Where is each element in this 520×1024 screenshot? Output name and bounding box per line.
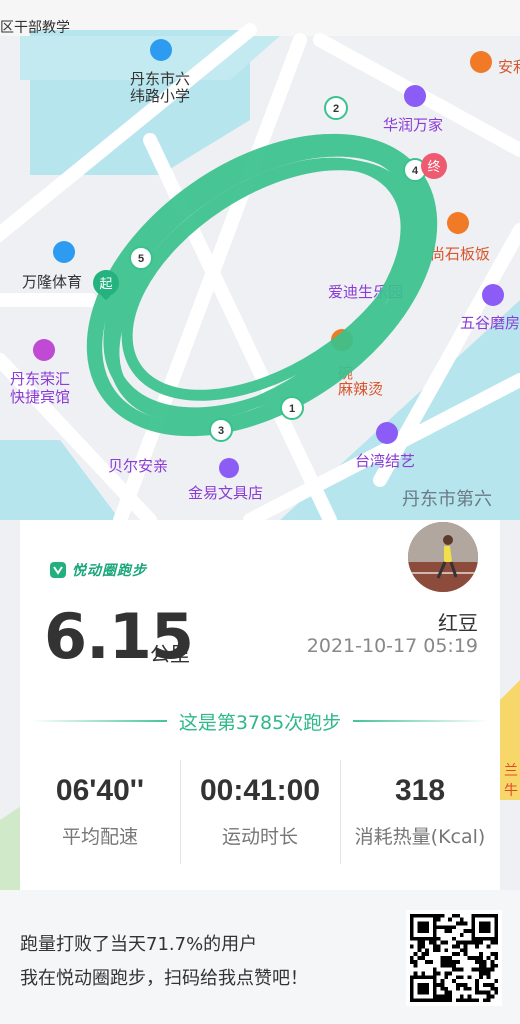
km-marker-5: 5 <box>129 246 153 270</box>
svg-text:丹东荣汇: 丹东荣汇 <box>10 371 70 388</box>
distance-unit: 公里 <box>150 642 190 666</box>
svg-text:五谷磨房: 五谷磨房 <box>460 315 520 332</box>
km-marker-2: 2 <box>324 96 348 120</box>
svg-text:4: 4 <box>412 165 419 177</box>
qr-code[interactable] <box>406 910 502 1006</box>
brand-name: 悦动圈跑步 <box>72 563 147 579</box>
svg-text:尚石板饭: 尚石板饭 <box>430 245 490 263</box>
svg-text:终: 终 <box>427 159 440 174</box>
svg-text:区干部教学: 区干部教学 <box>0 19 70 35</box>
share-prompt-text: 我在悦动圈跑步，扫码给我点赞吧！ <box>20 968 308 989</box>
svg-text:1: 1 <box>289 403 295 415</box>
svg-text:华润万家: 华润万家 <box>383 117 443 134</box>
share-footer: 跑量打败了当天71.7%的用户 我在悦动圈跑步，扫码给我点赞吧！ <box>0 890 520 1024</box>
svg-text:3: 3 <box>218 425 224 437</box>
svg-text:牛: 牛 <box>504 782 518 798</box>
duration-value: 00:41:00 <box>199 774 321 807</box>
avg-pace-label: 平均配速 <box>61 826 138 848</box>
run-datetime: 2021-10-17 05:19 <box>306 635 478 657</box>
avatar[interactable] <box>408 522 478 592</box>
km-marker-3: 3 <box>209 418 233 442</box>
label-school: 丹东市六 <box>130 71 190 88</box>
run-count-text: 这是第3785次跑步 <box>178 712 342 734</box>
calories-value: 318 <box>394 774 446 807</box>
svg-text:2: 2 <box>333 103 339 115</box>
end-marker: 终 <box>421 153 447 179</box>
stat-calories: 318 消耗热量(Kcal) <box>340 762 500 862</box>
svg-text:兰: 兰 <box>504 762 518 778</box>
svg-text:贝尔安亲: 贝尔安亲 <box>108 458 168 475</box>
duration-label: 运动时长 <box>221 826 298 848</box>
svg-text:台湾结艺: 台湾结艺 <box>355 453 415 470</box>
svg-text:快捷宾馆: 快捷宾馆 <box>10 389 70 406</box>
svg-text:丹东市第六: 丹东市第六 <box>402 489 492 509</box>
yuedongquan-logo-icon <box>50 562 66 578</box>
run-count-row: 这是第3785次跑步 <box>20 706 500 736</box>
svg-text:纬路小学: 纬路小学 <box>130 88 190 105</box>
brand: 悦动圈跑步 <box>50 560 147 580</box>
username: 红豆 <box>438 611 478 635</box>
svg-text:起: 起 <box>99 276 112 291</box>
avg-pace-value: 06'40'' <box>55 774 145 807</box>
svg-text:安利: 安利 <box>498 59 520 76</box>
svg-text:5: 5 <box>138 253 144 265</box>
km-marker-1: 1 <box>280 396 304 420</box>
ranking-text: 跑量打败了当天71.7%的用户 <box>20 934 258 955</box>
stat-duration: 00:41:00 运动时长 <box>180 762 340 862</box>
svg-text:麻辣烫: 麻辣烫 <box>338 381 383 398</box>
stat-avg-pace: 06'40'' 平均配速 <box>20 762 180 862</box>
run-summary-card: 悦动圈跑步 6.15 公里 红豆 2021-10-17 05:19 这是第378… <box>20 520 500 890</box>
calories-label: 消耗热量(Kcal) <box>354 826 486 848</box>
svg-text:金易文具店: 金易文具店 <box>188 485 263 502</box>
svg-text:万隆体育: 万隆体育 <box>22 274 82 291</box>
